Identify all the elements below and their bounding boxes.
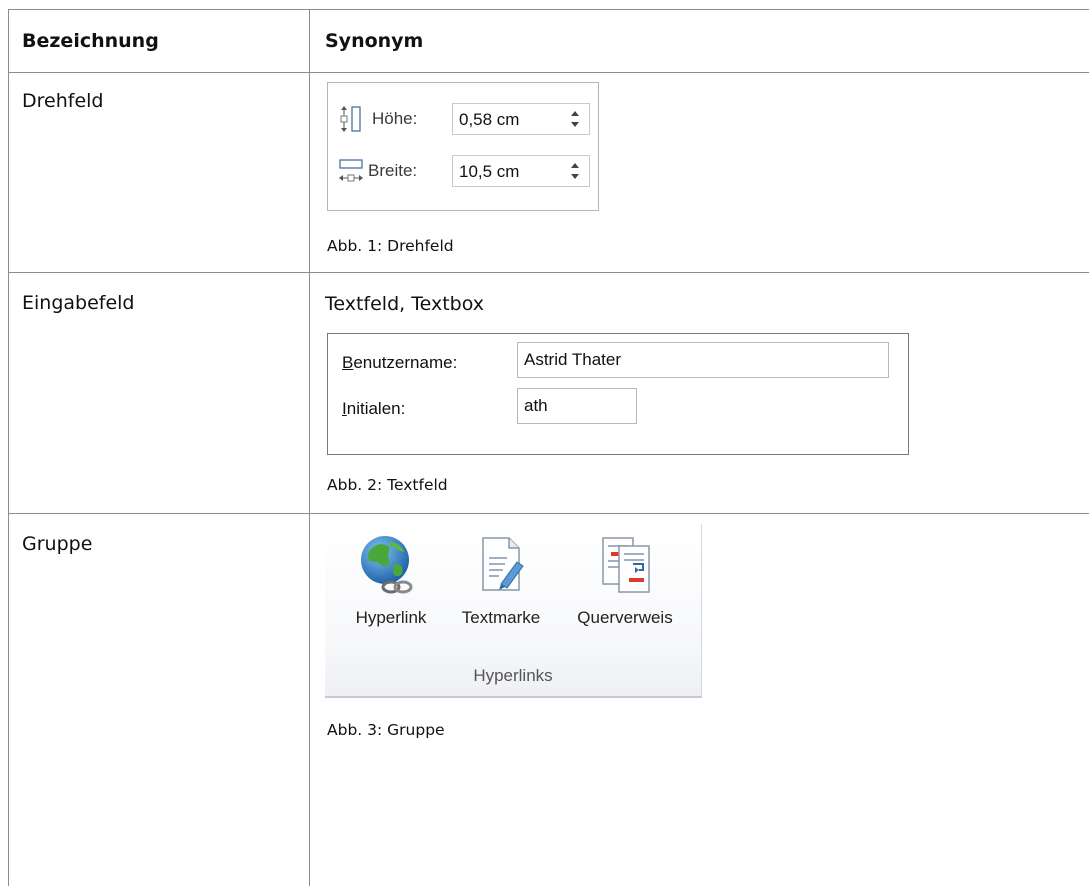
table-row-divider-1 <box>8 72 1089 73</box>
cross-reference-label: Querverweis <box>577 608 673 627</box>
term-gruppe: Gruppe <box>22 533 93 555</box>
spinner-figure: Höhe: 0,58 cm Breite: 10,5 cm <box>327 82 599 211</box>
caption-fig2: Abb. 2: Textfeld <box>327 476 448 494</box>
caption-fig3: Abb. 3: Gruppe <box>327 721 445 739</box>
width-value[interactable]: 10,5 cm <box>459 162 519 182</box>
hyperlink-label: Hyperlink <box>355 608 427 627</box>
height-spinner[interactable]: 0,58 cm <box>452 103 590 135</box>
height-label: Höhe: <box>372 109 418 128</box>
table-row-divider-2 <box>8 272 1089 273</box>
shape-height-icon <box>340 106 361 132</box>
height-value[interactable]: 0,58 cm <box>459 110 519 130</box>
bookmark-label: Textmarke <box>461 608 541 627</box>
caption-fig1: Abb. 1: Drehfeld <box>327 237 454 255</box>
initials-label: Initialen: <box>342 399 405 419</box>
shape-width-icon <box>339 159 363 182</box>
height-spinner-row: Höhe: 0,58 cm <box>328 99 598 139</box>
header-synonym: Synonym <box>325 30 424 52</box>
username-label: Benutzername: <box>342 353 457 373</box>
bookmark-button[interactable]: Textmarke <box>449 524 553 654</box>
width-label: Breite: <box>368 161 418 180</box>
ribbon-group-hyperlinks: Hyperlink Textmarke Querverweis Hyperlin… <box>325 524 702 698</box>
table-column-divider <box>309 9 310 886</box>
term-drehfeld: Drehfeld <box>22 90 104 112</box>
globe-link-icon <box>361 536 413 594</box>
group-label-hyperlinks: Hyperlinks <box>473 666 553 685</box>
width-spinner[interactable]: 10,5 cm <box>452 155 590 187</box>
spin-arrows-icon[interactable] <box>569 107 581 131</box>
table-row-divider-3 <box>8 513 1089 514</box>
initials-field[interactable]: ath <box>517 388 637 424</box>
synonym-eingabefeld: Textfeld, Textbox <box>325 293 484 315</box>
username-label-rest: enutzername: <box>353 353 458 372</box>
spin-arrows-icon[interactable] <box>569 159 581 183</box>
hyperlink-button[interactable]: Hyperlink <box>335 524 447 654</box>
header-bezeichnung: Bezeichnung <box>22 30 159 52</box>
initials-label-rest: nitialen: <box>346 399 406 418</box>
term-eingabefeld: Eingabefeld <box>22 292 135 314</box>
width-spinner-row: Breite: 10,5 cm <box>328 151 598 191</box>
table-border-top <box>8 9 1089 10</box>
cross-reference-button[interactable]: Querverweis <box>557 524 693 654</box>
textfield-figure: Benutzername: Astrid Thater Initialen: a… <box>327 333 909 455</box>
username-accel: B <box>342 353 354 372</box>
username-field[interactable]: Astrid Thater <box>517 342 889 378</box>
cross-reference-icon <box>602 537 650 593</box>
table-border-left <box>8 9 9 886</box>
bookmark-page-icon <box>482 537 524 591</box>
